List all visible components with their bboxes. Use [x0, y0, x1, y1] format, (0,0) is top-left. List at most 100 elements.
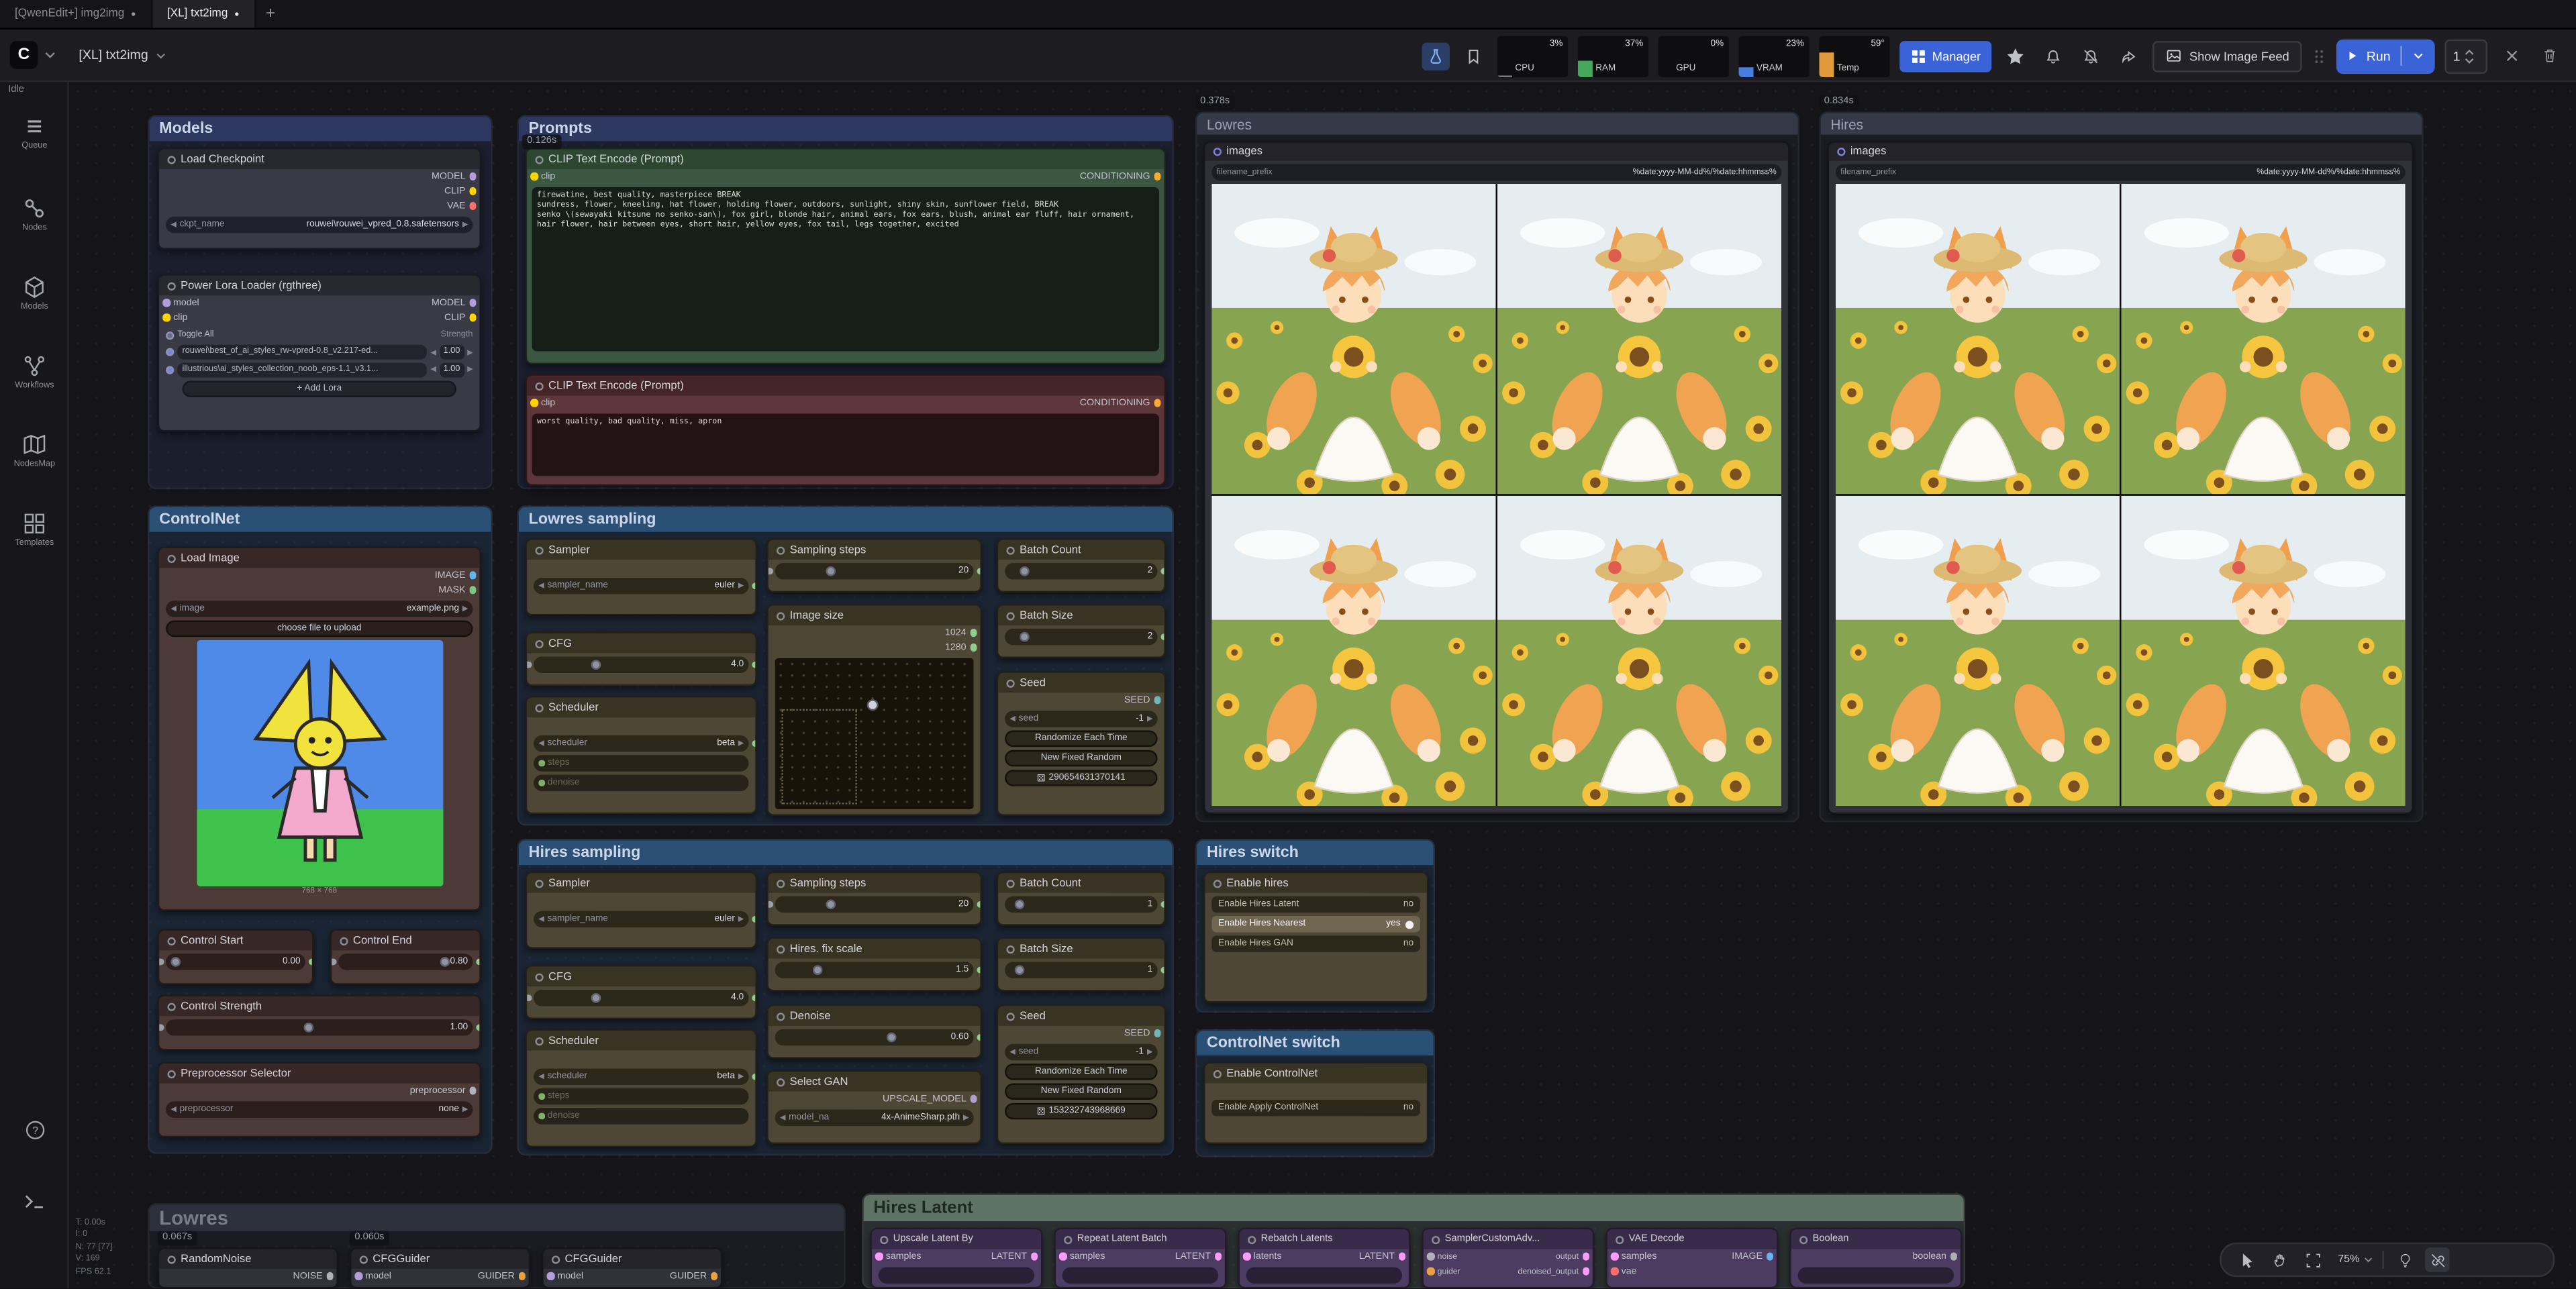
group-header-lowres-output[interactable]: Lowres: [1197, 113, 1797, 135]
slider-handle[interactable]: [827, 898, 837, 909]
node-title-bar[interactable]: Hires. fix scale: [769, 939, 981, 958]
group-header-controlnet-switch[interactable]: ControlNet switch: [1197, 1031, 1433, 1055]
scheduler-combo[interactable]: ◀schedulerbeta▶: [534, 735, 748, 752]
chevron-down-icon[interactable]: [2412, 49, 2425, 62]
bookmark-button[interactable]: [1459, 42, 1487, 70]
output-slot-dot[interactable]: [468, 586, 476, 594]
new-tab-button[interactable]: +: [256, 0, 285, 28]
input-slot-dot[interactable]: [526, 994, 532, 1001]
slider-handle[interactable]: [886, 1031, 896, 1041]
collapse-dot[interactable]: [168, 1255, 176, 1263]
node-control-end[interactable]: Control End 0.80: [330, 929, 481, 985]
output-slot-dot[interactable]: [468, 202, 476, 209]
node-title-bar[interactable]: Scheduler: [527, 1031, 755, 1050]
scheduler-combo[interactable]: ◀schedulerbeta▶: [534, 1068, 748, 1084]
collapse-dot[interactable]: [1007, 1012, 1015, 1020]
node-title-bar[interactable]: images: [1829, 143, 2412, 161]
input-slot-dot[interactable]: [766, 567, 773, 574]
output-slot-dot[interactable]: [751, 1073, 757, 1080]
control-end-slider[interactable]: 0.80: [338, 953, 473, 970]
input-slot-dot[interactable]: [162, 314, 170, 321]
terminal-button[interactable]: [0, 1192, 69, 1211]
collapse-dot[interactable]: [1799, 1235, 1807, 1243]
seed-combo[interactable]: ◀seed-1▶: [1005, 711, 1157, 727]
pan-tool-button[interactable]: [2267, 1247, 2292, 1272]
theme-toggle-button[interactable]: [2392, 1247, 2417, 1272]
cfg-slider[interactable]: 4.0: [534, 990, 748, 1006]
node-sampler-custom-advanced[interactable]: SamplerCustomAdv... noise output guider …: [1422, 1228, 1594, 1289]
drag-grip-icon[interactable]: [2312, 47, 2327, 65]
collapse-dot[interactable]: [1007, 879, 1015, 887]
collapse-dot[interactable]: [777, 611, 785, 619]
slider-handle[interactable]: [304, 1022, 314, 1032]
sidebar-item-queue[interactable]: Queue: [0, 115, 69, 151]
workflow-selector[interactable]: [XL] txt2img: [79, 48, 168, 62]
output-slot-dot[interactable]: [1153, 697, 1160, 704]
output-image-grid[interactable]: [1211, 184, 1781, 806]
node-title-bar[interactable]: CFG: [527, 633, 755, 653]
output-slot-dot[interactable]: [969, 629, 977, 637]
increment-arrow[interactable]: ▶: [467, 364, 473, 374]
tab-xl-txt2img[interactable]: [XL] txt2img ●: [152, 0, 256, 28]
randomize-each-time-button[interactable]: Randomize Each Time: [1005, 1064, 1157, 1080]
notifications-button[interactable]: [2040, 42, 2068, 70]
slider-handle[interactable]: [171, 956, 181, 966]
lora-toggle[interactable]: [166, 365, 174, 373]
collapse-dot[interactable]: [360, 1255, 368, 1263]
batch-count-slider[interactable]: 2: [1005, 563, 1157, 579]
node-title-bar[interactable]: Seed: [998, 673, 1164, 692]
collapse-dot[interactable]: [1837, 148, 1845, 156]
converted-input-dot[interactable]: [538, 780, 544, 786]
node-title-bar[interactable]: Scheduler: [527, 698, 755, 717]
collapse-dot[interactable]: [1213, 1070, 1222, 1078]
node-title-bar[interactable]: Control End: [332, 931, 479, 950]
next-arrow[interactable]: ▶: [963, 1113, 969, 1123]
output-slot-dot[interactable]: [468, 172, 476, 180]
output-slot-dot[interactable]: [518, 1272, 526, 1280]
denoise-slider[interactable]: 0.60: [775, 1029, 974, 1045]
node-title-bar[interactable]: Enable ControlNet: [1205, 1064, 1427, 1083]
node-title-bar[interactable]: Control Strength: [159, 996, 479, 1016]
output-slot-dot[interactable]: [751, 739, 757, 747]
decrement-arrow[interactable]: ◀: [430, 347, 436, 357]
ckpt-name-combo[interactable]: ◀ckpt_namerouwei\rouwei_vpred_0.8.safete…: [166, 217, 473, 233]
collapse-dot[interactable]: [168, 282, 176, 290]
size-canvas-widget[interactable]: [775, 658, 974, 809]
node-title-bar[interactable]: Batch Count: [998, 540, 1164, 560]
output-slot-dot[interactable]: [1582, 1268, 1589, 1275]
collapse-dot[interactable]: [777, 546, 785, 554]
collapse-dot[interactable]: [535, 879, 543, 887]
output-slot-dot[interactable]: [976, 567, 982, 574]
collapse-dot[interactable]: [1007, 945, 1015, 953]
sidebar-item-models[interactable]: Models: [0, 276, 69, 312]
slider-handle[interactable]: [813, 964, 823, 974]
manager-button[interactable]: Manager: [1899, 40, 1992, 71]
node-denoise[interactable]: Denoise 0.60: [766, 1004, 981, 1059]
collapse-dot[interactable]: [1248, 1235, 1256, 1243]
size-drag-handle[interactable]: [867, 699, 879, 711]
input-slot-dot[interactable]: [1243, 1253, 1250, 1260]
output-slot-dot[interactable]: [1153, 399, 1160, 407]
collapse-dot[interactable]: [1616, 1235, 1624, 1243]
help-button[interactable]: ?: [0, 1119, 69, 1141]
input-slot-dot[interactable]: [158, 958, 164, 965]
output-slot-dot[interactable]: [1153, 1029, 1160, 1037]
node-title-bar[interactable]: Load Image: [159, 548, 479, 568]
input-slot-dot[interactable]: [162, 299, 170, 307]
slider-handle[interactable]: [1020, 566, 1030, 576]
node-vae-decode[interactable]: VAE Decode samples IMAGE vae: [1605, 1228, 1778, 1289]
batch-count-stepper[interactable]: 1: [2444, 38, 2487, 72]
output-slot-dot[interactable]: [710, 1272, 717, 1280]
next-arrow[interactable]: ▶: [1147, 1047, 1152, 1058]
filename-prefix-widget[interactable]: filename_prefix%date:yyyy-MM-dd%/%date:h…: [1836, 163, 2406, 179]
output-slot-dot[interactable]: [976, 900, 982, 908]
converted-input-dot[interactable]: [538, 760, 544, 766]
node-seed-lowres[interactable]: Seed SEED ◀seed-1▶ Randomize Each Time N…: [997, 671, 1166, 815]
node-control-start[interactable]: Control Start 0.00: [158, 929, 313, 985]
output-slot-dot[interactable]: [1766, 1253, 1773, 1260]
collapse-dot[interactable]: [340, 937, 348, 945]
collapse-dot[interactable]: [1213, 879, 1222, 887]
node-title-bar[interactable]: Control Start: [159, 931, 311, 950]
group-header-hires-sampling[interactable]: Hires sampling: [519, 840, 1173, 865]
input-slot-dot[interactable]: [530, 172, 538, 180]
